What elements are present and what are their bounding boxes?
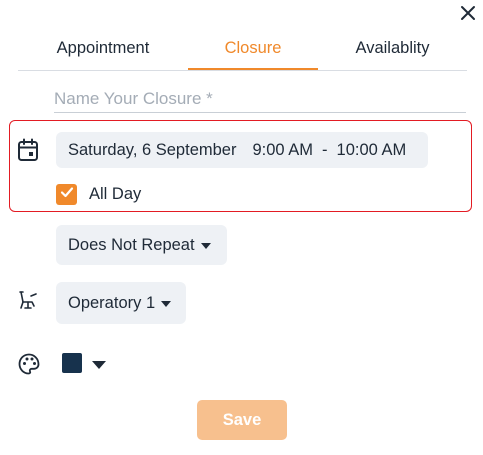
end-time[interactable]: 10:00 AM xyxy=(337,141,407,160)
caret-down-icon xyxy=(161,294,172,313)
date-label[interactable]: Saturday, 6 September xyxy=(68,141,236,160)
operatory-label: Operatory 1 xyxy=(68,293,156,312)
date-time-selector[interactable]: Saturday, 6 September 9:00 AM - 10:00 AM xyxy=(56,132,428,168)
tab-availability[interactable]: Availablity xyxy=(318,30,467,68)
color-swatch[interactable] xyxy=(62,353,82,373)
repeat-label: Does Not Repeat xyxy=(68,235,195,254)
closure-name-input[interactable] xyxy=(54,86,466,113)
caret-down-icon xyxy=(200,236,211,255)
palette-icon xyxy=(17,352,41,376)
save-button[interactable]: Save xyxy=(197,400,287,440)
close-button[interactable] xyxy=(457,4,479,26)
tab-appointment[interactable]: Appointment xyxy=(18,30,188,68)
operatory-dropdown[interactable]: Operatory 1 xyxy=(56,282,186,324)
tab-closure[interactable]: Closure xyxy=(188,30,318,70)
start-time[interactable]: 9:00 AM xyxy=(252,141,313,160)
close-icon xyxy=(460,5,476,26)
caret-down-icon[interactable] xyxy=(92,357,106,375)
dental-chair-icon xyxy=(17,289,39,311)
tab-bar: Appointment Closure Availablity xyxy=(18,30,467,71)
check-icon xyxy=(60,185,74,204)
all-day-label: All Day xyxy=(89,185,142,203)
time-separator: - xyxy=(322,140,328,159)
calendar-icon xyxy=(17,138,39,162)
repeat-dropdown[interactable]: Does Not Repeat xyxy=(56,225,227,265)
all-day-checkbox[interactable] xyxy=(56,184,77,205)
